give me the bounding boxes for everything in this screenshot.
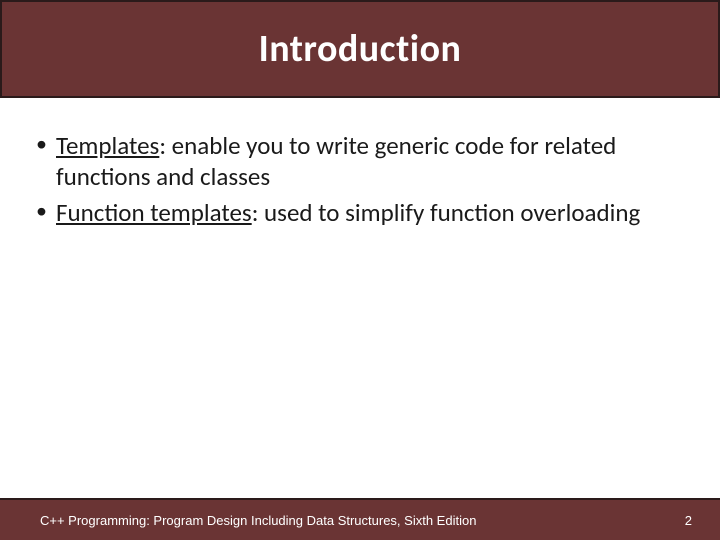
term: Function templates	[56, 197, 252, 228]
slide-title: Introduction	[259, 26, 462, 72]
footer-text: C++ Programming: Program Design Includin…	[40, 513, 476, 528]
page-number: 2	[685, 513, 692, 528]
bullet-list: Templates: enable you to write generic c…	[34, 130, 680, 228]
list-item: Function templates: used to simplify fun…	[34, 197, 680, 228]
definition: : used to simplify function overloading	[252, 197, 641, 228]
content-area: Templates: enable you to write generic c…	[34, 130, 680, 232]
term: Templates	[56, 130, 159, 161]
footer-bar: C++ Programming: Program Design Includin…	[0, 498, 720, 540]
slide: Introduction Templates: enable you to wr…	[0, 0, 720, 540]
title-bar: Introduction	[0, 0, 720, 98]
list-item: Templates: enable you to write generic c…	[34, 130, 680, 193]
